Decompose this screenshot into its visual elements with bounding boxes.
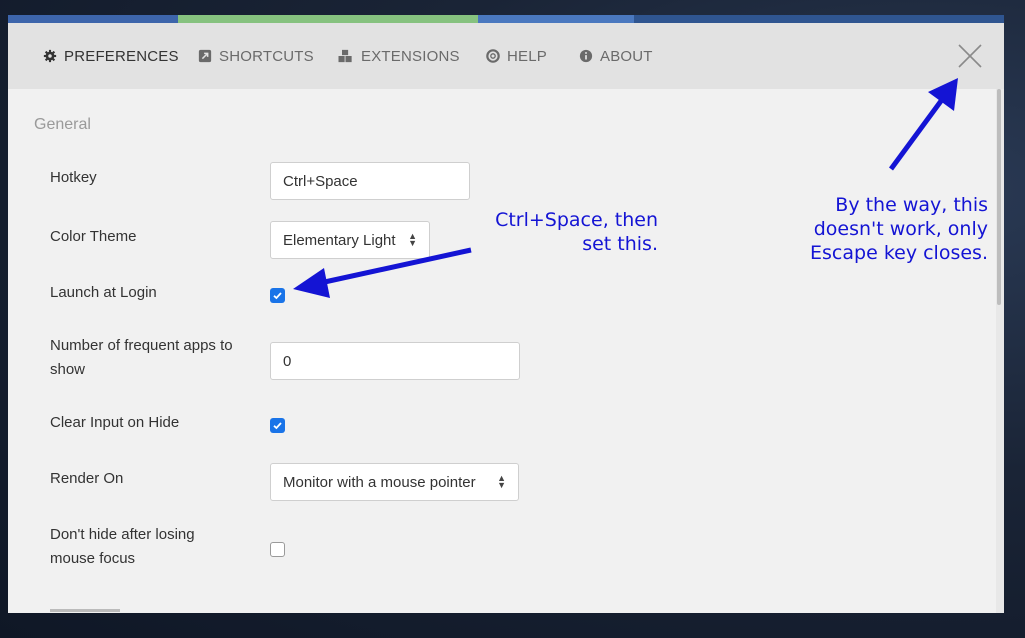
window-accent-strip xyxy=(8,15,1004,23)
preferences-dialog: PREFERENCES SHORTCUTS EXTENSIONS HELP AB… xyxy=(8,23,1004,613)
arrow-to-close xyxy=(888,78,958,171)
annotation-arrows xyxy=(293,78,958,298)
arrow-to-checkbox xyxy=(293,247,472,298)
